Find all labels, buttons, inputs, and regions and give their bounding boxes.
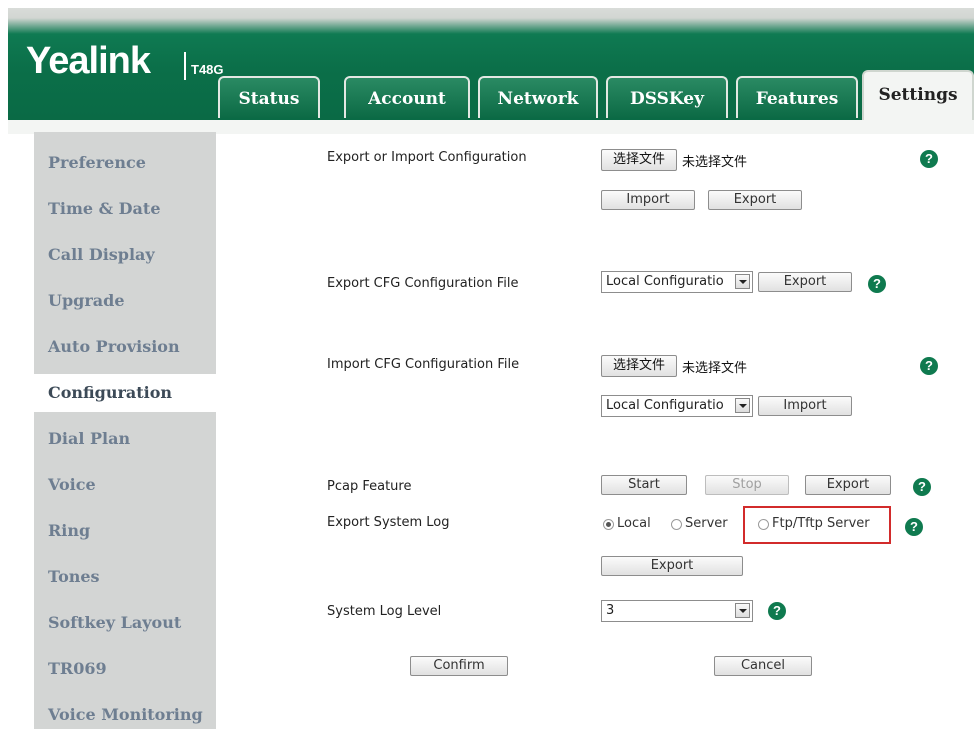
tab-dsskey[interactable]: DSSKey	[606, 76, 728, 118]
tab-account[interactable]: Account	[344, 76, 470, 118]
import-cfg-button[interactable]: Import	[758, 396, 852, 416]
no-file-chosen-text: 未选择文件	[682, 361, 748, 376]
radio-server-label: Server	[685, 516, 728, 531]
export-button[interactable]: Export	[708, 190, 802, 210]
choose-file-button[interactable]: 选择文件	[601, 355, 677, 377]
help-icon[interactable]: ?	[768, 602, 786, 620]
sidebar-item-configuration[interactable]: Configuration	[48, 383, 172, 402]
choose-file-button[interactable]: 选择文件	[601, 149, 677, 171]
pcap-export-button[interactable]: Export	[805, 475, 891, 495]
dropdown-arrow-icon	[735, 398, 750, 413]
sidebar-item-dial-plan[interactable]: Dial Plan	[48, 429, 130, 448]
sidebar-item-upgrade[interactable]: Upgrade	[48, 291, 125, 310]
yealink-logo: Yealink	[26, 40, 151, 82]
sidebar-item-auto-provision[interactable]: Auto Provision	[48, 337, 180, 356]
export-cfg-select-value: Local Configuratio	[606, 274, 724, 289]
cancel-button[interactable]: Cancel	[714, 656, 812, 676]
export-system-log-label: Export System Log	[327, 515, 450, 530]
sidebar-item-tones[interactable]: Tones	[48, 567, 100, 586]
export-cfg-select[interactable]: Local Configuratio	[601, 271, 753, 293]
export-log-button[interactable]: Export	[601, 556, 743, 576]
import-cfg-select[interactable]: Local Configuratio	[601, 395, 753, 417]
sidebar-item-ring[interactable]: Ring	[48, 521, 90, 540]
system-log-level-label: System Log Level	[327, 604, 442, 619]
pcap-stop-button[interactable]: Stop	[705, 475, 789, 495]
log-level-value: 3	[606, 603, 615, 618]
sidebar-item-time-date[interactable]: Time & Date	[48, 199, 161, 218]
export-cfg-button[interactable]: Export	[758, 272, 852, 292]
help-icon[interactable]: ?	[905, 518, 923, 536]
sidebar-item-voice[interactable]: Voice	[48, 475, 96, 494]
import-cfg-select-value: Local Configuratio	[606, 398, 724, 413]
import-button[interactable]: Import	[601, 190, 695, 210]
help-icon[interactable]: ?	[920, 357, 938, 375]
tab-network[interactable]: Network	[478, 76, 598, 118]
tab-settings[interactable]: Settings	[862, 70, 974, 122]
help-icon[interactable]: ?	[868, 275, 886, 293]
radio-server[interactable]	[671, 519, 682, 530]
radio-local[interactable]	[603, 519, 614, 530]
log-level-select[interactable]: 3	[601, 600, 753, 622]
pcap-label: Pcap Feature	[327, 479, 412, 494]
radio-ftp-tftp-server-label: Ftp/Tftp Server	[772, 516, 870, 531]
sidebar-item-softkey-layout[interactable]: Softkey Layout	[48, 613, 181, 632]
logo-divider	[184, 52, 186, 80]
model-name: T48G	[191, 62, 224, 77]
tab-status[interactable]: Status	[218, 76, 320, 118]
help-icon[interactable]: ?	[913, 478, 931, 496]
sidebar-item-preference[interactable]: Preference	[48, 153, 146, 172]
dropdown-arrow-icon	[735, 603, 750, 618]
import-cfg-label: Import CFG Configuration File	[327, 357, 520, 372]
sidebar-item-call-display[interactable]: Call Display	[48, 245, 155, 264]
no-file-chosen-text: 未选择文件	[682, 155, 748, 170]
export-cfg-label: Export CFG Configuration File	[327, 276, 519, 291]
tab-features[interactable]: Features	[736, 76, 858, 118]
pcap-start-button[interactable]: Start	[601, 475, 687, 495]
help-icon[interactable]: ?	[920, 150, 938, 168]
dropdown-arrow-icon	[735, 274, 750, 289]
sidebar-item-tr069[interactable]: TR069	[48, 659, 107, 678]
sidebar-item-voice-monitoring[interactable]: Voice Monitoring	[48, 705, 203, 724]
radio-ftp-tftp-server[interactable]	[758, 519, 769, 530]
radio-local-label: Local	[617, 516, 651, 531]
export-import-label: Export or Import Configuration	[327, 150, 527, 165]
confirm-button[interactable]: Confirm	[410, 656, 508, 676]
